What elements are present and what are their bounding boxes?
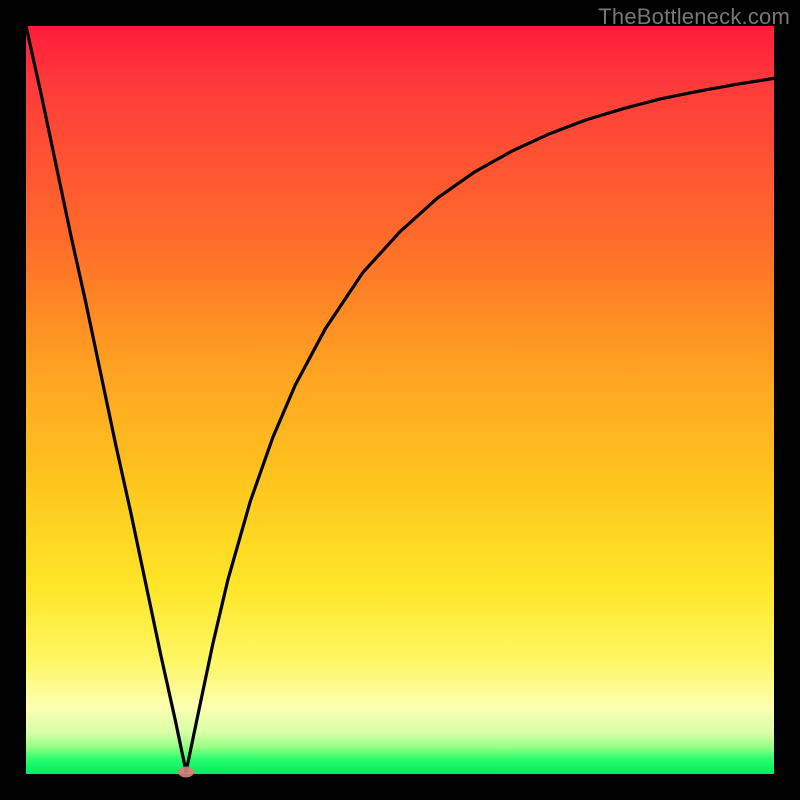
plot-area bbox=[26, 26, 774, 774]
bottleneck-curve bbox=[26, 26, 774, 774]
chart-frame: TheBottleneck.com bbox=[0, 0, 800, 800]
curve-path bbox=[26, 26, 774, 772]
minimum-marker bbox=[178, 766, 194, 777]
